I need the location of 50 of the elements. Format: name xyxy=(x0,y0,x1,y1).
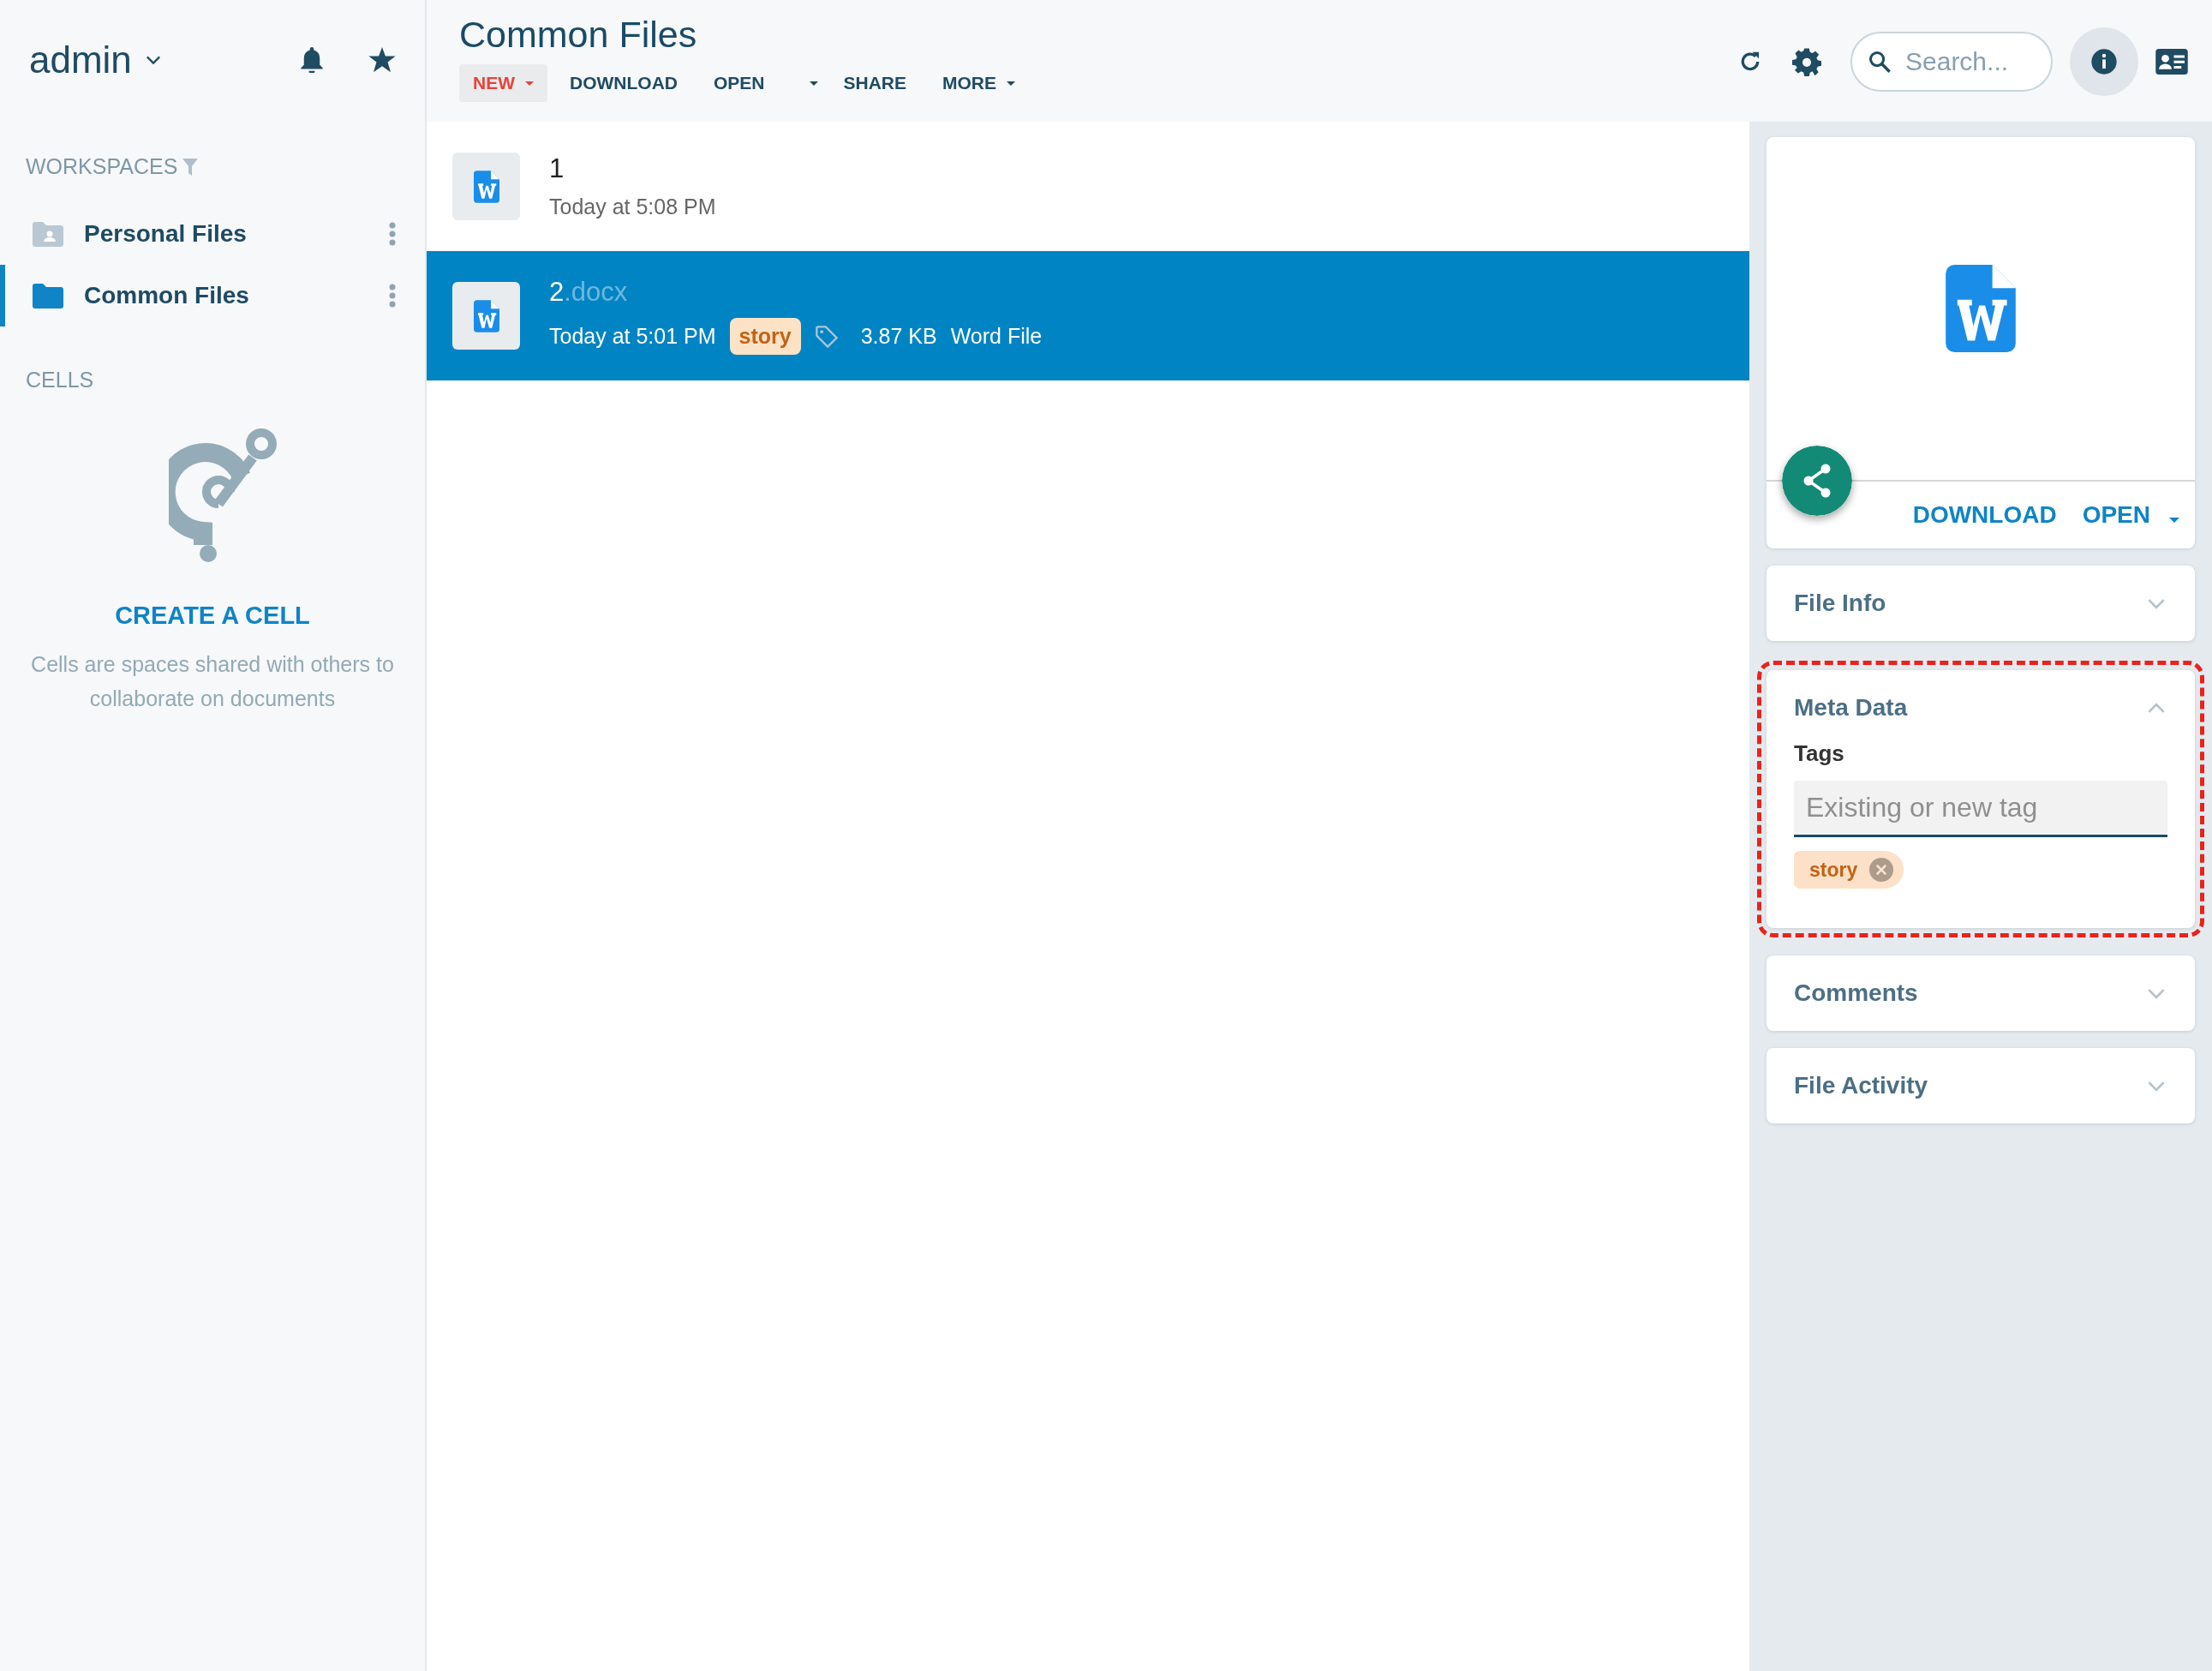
toolbar-button[interactable]: MORE xyxy=(929,64,1029,102)
share-button[interactable] xyxy=(1782,446,1852,516)
word-document-icon xyxy=(1946,265,2016,352)
word-document-icon xyxy=(473,299,499,332)
file-date: Today at 5:01 PM xyxy=(549,324,716,349)
action-button[interactable]: DOWNLOAD xyxy=(1902,496,2067,534)
chevron-up-icon xyxy=(2147,702,2166,714)
caret-icon xyxy=(809,81,818,86)
toolbar-button[interactable]: NEW xyxy=(459,64,547,102)
toolbar-button[interactable]: OPEN xyxy=(700,64,779,102)
settings-icon[interactable] xyxy=(1792,47,1821,76)
action-button[interactable]: OPEN xyxy=(2072,496,2161,534)
file-name: 1 xyxy=(549,153,565,184)
file-date: Today at 5:08 PM xyxy=(549,195,716,219)
tag-input[interactable]: Existing or new tag xyxy=(1794,781,2167,837)
chevron-down-icon xyxy=(2147,987,2166,999)
file-type: Word File xyxy=(950,324,1043,349)
toolbar-button[interactable]: DOWNLOAD xyxy=(556,64,691,102)
caret-icon xyxy=(2169,518,2179,523)
user-folder-icon xyxy=(33,221,63,247)
bell-icon[interactable] xyxy=(300,47,324,73)
word-document-icon xyxy=(473,170,499,203)
cells-hint: Cells are spaces shared with others to collaborate on documents xyxy=(30,651,395,712)
chevron-down-icon xyxy=(145,55,161,65)
caret-icon xyxy=(525,81,534,86)
file-row[interactable]: 2.docx Today at 5:01 PM story 3.87 KB Word File xyxy=(427,251,1749,380)
search-icon xyxy=(1868,50,1892,74)
toolbar-button[interactable]: SHARE xyxy=(829,64,920,102)
tag-chip: story xyxy=(1794,851,1904,889)
tag-chip: story xyxy=(729,318,801,355)
page-title: Common Files xyxy=(459,14,698,56)
chevron-down-icon xyxy=(2147,1080,2166,1092)
search-field[interactable]: Search... xyxy=(1850,32,2053,92)
file-row[interactable]: 1 Today at 5:08 PM xyxy=(427,122,1749,251)
info-icon xyxy=(2090,48,2118,75)
workspace-item[interactable]: Personal Files xyxy=(0,203,425,265)
star-icon[interactable] xyxy=(368,47,396,73)
contact-card-icon[interactable] xyxy=(2155,49,2188,75)
caret-icon xyxy=(1007,81,1015,86)
folder-icon xyxy=(33,283,63,308)
section-label: WORKSPACES xyxy=(26,154,178,179)
chevron-down-icon xyxy=(2147,597,2166,609)
section-label: CELLS xyxy=(26,368,94,392)
user-menu[interactable]: admin xyxy=(29,39,161,81)
file-size: 3.87 KB xyxy=(860,324,937,349)
panel-header[interactable]: Comments xyxy=(1767,955,2195,1031)
create-cell-link[interactable]: CREATE A CELL xyxy=(0,602,425,630)
panel-header[interactable]: File Activity xyxy=(1767,1048,2195,1123)
file-name: 2.docx xyxy=(549,277,629,308)
panel-header[interactable]: File Info xyxy=(1767,566,2195,641)
